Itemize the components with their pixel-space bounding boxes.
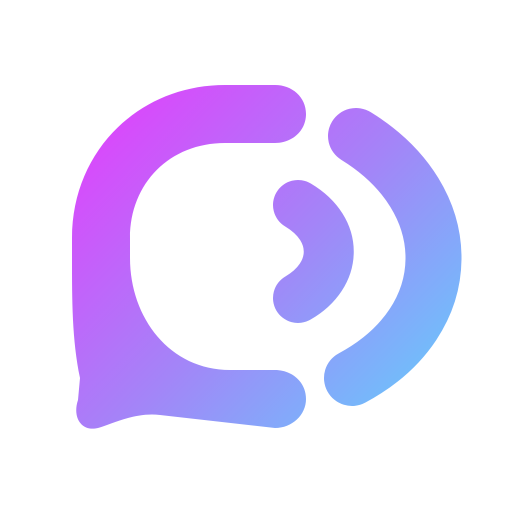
signal-arc-outer (324, 108, 462, 406)
signal-wave-inner (273, 180, 354, 323)
chat-bubble-signal-icon (72, 85, 462, 429)
bubble-shape (72, 85, 306, 429)
app-icon-canvas (0, 0, 512, 512)
